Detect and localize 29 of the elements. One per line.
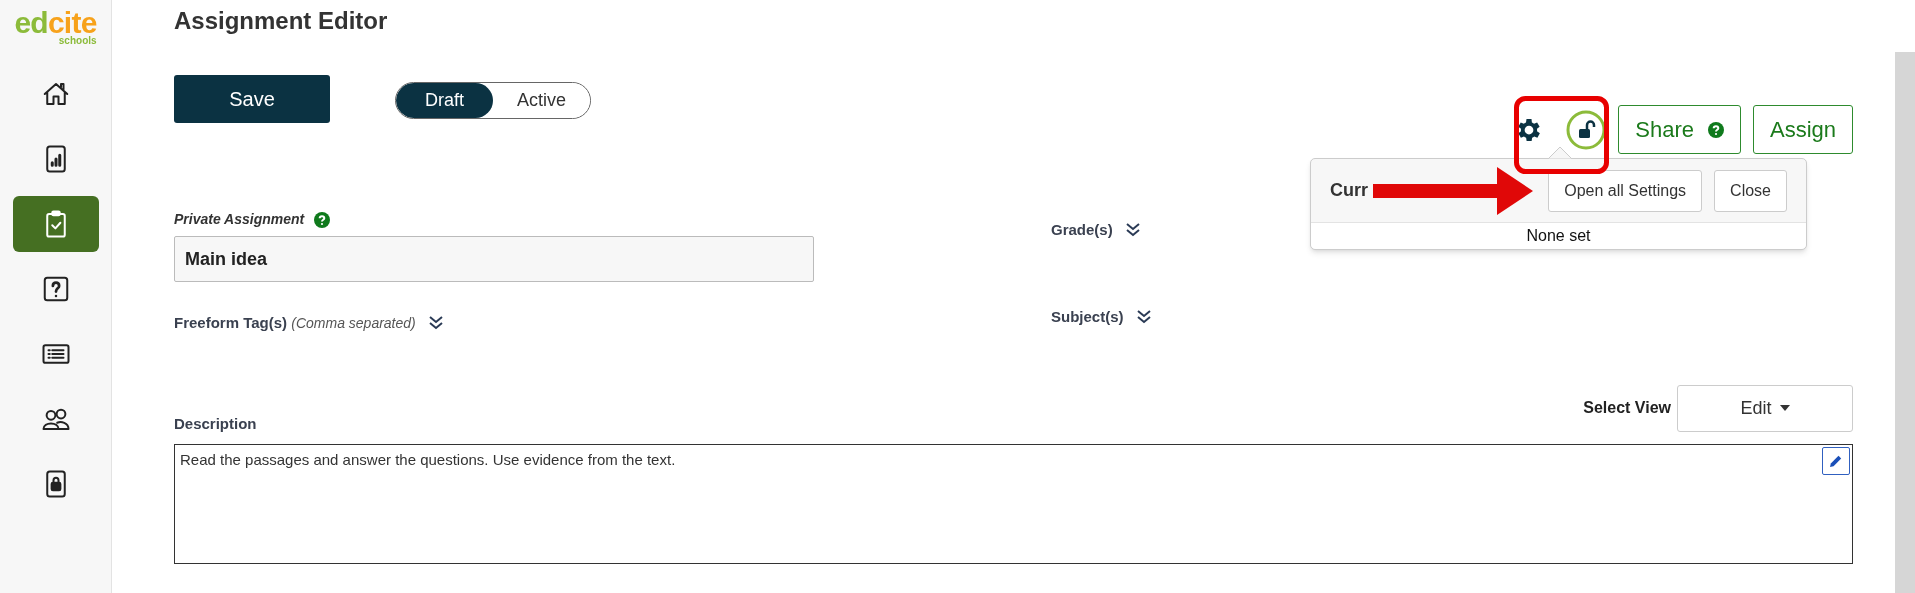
- assignment-name-field[interactable]: Main idea: [174, 236, 814, 282]
- page-title: Assignment Editor: [174, 6, 388, 36]
- share-button[interactable]: Share: [1618, 105, 1741, 154]
- status-tab[interactable]: Active: [493, 83, 590, 118]
- field-label: Select View: [1583, 398, 1671, 418]
- caret-icon: [1779, 405, 1790, 411]
- help-icon[interactable]: [314, 211, 331, 228]
- help-icon[interactable]: [1707, 121, 1724, 138]
- description-text: Read the passages and answer the questions. Use evidence from the text.: [180, 450, 676, 468]
- field-label: Grade(s): [1051, 220, 1113, 240]
- settings-summary: None set: [1526, 226, 1591, 246]
- unlock-icon[interactable]: [1566, 109, 1607, 150]
- view-dropdown[interactable]: Edit: [1677, 384, 1853, 432]
- double-chevron-icon[interactable]: [1124, 223, 1141, 238]
- popup-button[interactable]: Close: [1714, 169, 1787, 212]
- popup-title: Curr: [1330, 179, 1368, 202]
- field-label: Description: [174, 414, 257, 434]
- field-label: Private Assignment: [174, 210, 305, 229]
- double-chevron-icon[interactable]: [1135, 309, 1152, 324]
- field-label: Subject(s): [1051, 306, 1124, 327]
- field-label: Freeform Tag(s) (Comma separated): [174, 313, 416, 333]
- assign-button[interactable]: Assign: [1752, 105, 1853, 154]
- pencil-icon: [1829, 453, 1843, 468]
- edit-button[interactable]: [1822, 446, 1850, 475]
- save-button[interactable]: Save: [174, 75, 330, 123]
- double-chevron-icon[interactable]: [427, 316, 444, 331]
- description-field[interactable]: Read the passages and answer the questions. Use evidence from the text.: [174, 443, 1853, 564]
- status-tab[interactable]: Draft: [396, 83, 493, 118]
- popup-button[interactable]: Open all Settings: [1548, 169, 1703, 212]
